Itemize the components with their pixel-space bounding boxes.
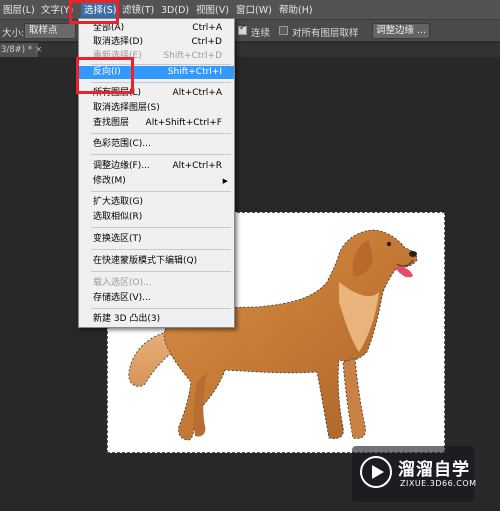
menu-item-modify[interactable]: 修改(M) ▶ (79, 175, 234, 188)
menu-separator (91, 154, 231, 155)
highlight-box-inverse (76, 57, 134, 94)
menu-3d[interactable]: 3D(D) (161, 3, 189, 18)
menu-item-grow[interactable]: 扩大选取(G) (79, 196, 234, 209)
watermark-url: ZIXUE.3D66.COM (400, 479, 477, 488)
menu-separator (91, 133, 231, 134)
menu-item-color-range[interactable]: 色彩范围(C)... (79, 138, 234, 151)
document-tab-label: 3/8#) * (1, 45, 33, 55)
contiguous-label: 连续 (251, 28, 271, 39)
refine-edge-button[interactable]: 调整边缘 ... (372, 23, 430, 39)
menu-item-load-selection: 载入选区(O)... (93, 278, 152, 288)
menu-item-deselect[interactable]: 取消选择(D) Ctrl+D (79, 36, 234, 49)
document-tab-bar: 3/8#) * × (0, 43, 500, 57)
menu-separator (91, 191, 231, 192)
menu-item-new-3d-extrusion[interactable]: 新建 3D 凸出(3) (79, 313, 234, 326)
menu-item-transform-selection[interactable]: 变换选区(T) (79, 233, 234, 246)
menu-item-quick-mask[interactable]: 在快速蒙版模式下编辑(Q) (79, 255, 234, 268)
watermark-title: 溜溜自学 (398, 460, 470, 480)
all-layers-label: 对所有图层取样 (292, 28, 359, 39)
menu-item-similar[interactable]: 选取相似(R) (79, 211, 234, 224)
contiguous-checkbox[interactable] (238, 23, 247, 35)
document-tab[interactable]: 3/8#) * × (0, 43, 42, 57)
menu-separator (91, 249, 231, 250)
menu-item-deselect-layers[interactable]: 取消选择图层(S) (79, 102, 234, 115)
menu-filter[interactable]: 滤镜(T) (122, 3, 154, 18)
menu-item-find-layers[interactable]: 查找图层 Alt+Shift+Ctrl+F (79, 117, 234, 130)
highlight-box-select-menu (69, 0, 119, 24)
menu-item-refine-edge[interactable]: 调整边缘(F)... Alt+Ctrl+R (79, 160, 234, 173)
menu-separator (91, 227, 231, 228)
play-logo-icon (360, 456, 392, 488)
menu-separator (91, 308, 231, 309)
menu-separator (91, 271, 231, 272)
menu-help[interactable]: 帮助(H) (279, 3, 313, 18)
submenu-arrow-icon: ▶ (222, 177, 228, 185)
menu-layer[interactable]: 图层(L) (3, 3, 35, 18)
menu-view[interactable]: 视图(V) (196, 3, 229, 18)
close-icon[interactable]: × (35, 45, 42, 55)
sample-size-select[interactable]: 取样点 (24, 23, 76, 39)
all-layers-checkbox[interactable] (279, 26, 288, 35)
menu-window[interactable]: 窗口(W) (236, 3, 272, 18)
menu-item-save-selection[interactable]: 存储选区(V)... (79, 292, 234, 305)
watermark: 溜溜自学 ZIXUE.3D66.COM (352, 446, 477, 502)
size-label: 大小: (2, 28, 25, 39)
